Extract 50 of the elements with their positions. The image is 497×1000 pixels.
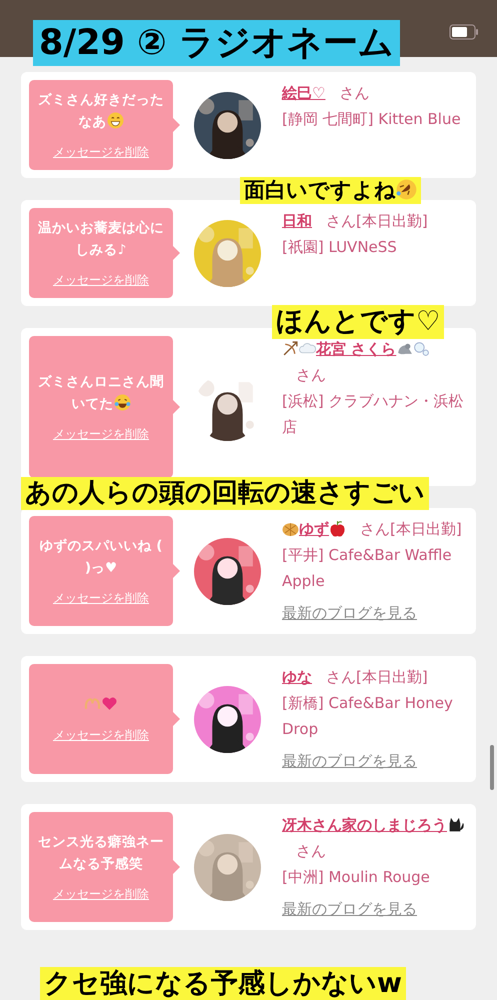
honorific-text: さん xyxy=(339,84,370,102)
name-link[interactable]: ゆな xyxy=(282,664,312,690)
heart-icon xyxy=(101,695,118,712)
message-text: ズミさんロニさん聞いてた xyxy=(37,373,165,414)
delete-message-link[interactable]: メッセージを削除 xyxy=(53,726,149,744)
caption-text: 面白いですよね xyxy=(240,177,421,204)
delete-message-link[interactable]: メッセージを削除 xyxy=(53,143,149,161)
venue-text: [平井] Cafe&Bar Waffle Apple xyxy=(282,545,453,592)
caption-text: あの人らの頭の回転の速さすごい xyxy=(21,477,429,510)
venue-text: [祇園] LUVNeSS xyxy=(282,237,398,258)
honorific-text: さん xyxy=(326,668,356,686)
name-link[interactable]: 冴木さん家のしまじろう xyxy=(282,812,464,838)
venue-text: [中洲] Moulin Rouge xyxy=(282,867,431,888)
venue-text: [浜松] クラブハナン・浜松店 xyxy=(282,391,464,438)
delete-message-link[interactable]: メッセージを削除 xyxy=(53,271,149,289)
venue-text: [新橋] Cafe&Bar Honey Drop xyxy=(282,693,454,740)
blog-link[interactable]: 最新のブログを見る xyxy=(282,750,417,772)
honorific-text: さん xyxy=(296,842,326,860)
status-text: [本日出勤] xyxy=(390,519,462,540)
message-text: センス光る癖強ネームなる予感笑 xyxy=(37,833,165,874)
laughing-face-icon xyxy=(114,394,130,411)
delete-message-link[interactable]: メッセージを削除 xyxy=(53,885,149,903)
caption-text: ほんとです♡ xyxy=(272,305,444,340)
venue-text: [静岡 七間町] Kitten Blue xyxy=(282,109,462,130)
scroll-thumb xyxy=(490,745,494,790)
blog-link[interactable]: 最新のブログを見る xyxy=(282,602,417,624)
name-link[interactable]: 日和 xyxy=(282,208,312,234)
name-link[interactable]: ゆず xyxy=(282,516,346,542)
delete-message-link[interactable]: メッセージを削除 xyxy=(53,589,149,607)
cat-icon xyxy=(447,816,464,833)
delete-message-link[interactable]: メッセージを削除 xyxy=(53,425,149,443)
message-text: ズミさん好きだったなあ xyxy=(37,91,165,132)
rolling-laugh-face-icon xyxy=(396,179,417,200)
status-text: [本日出勤] xyxy=(356,667,428,688)
waffle-icon xyxy=(282,520,299,537)
blog-link[interactable]: 最新のブログを見る xyxy=(282,898,417,920)
grin-face-icon xyxy=(106,112,124,129)
status-text: [本日出勤] xyxy=(356,211,428,232)
honorific-text: さん xyxy=(360,520,390,538)
name-link[interactable]: 絵巳♡ xyxy=(282,80,326,106)
honorific-text: さん xyxy=(326,212,356,230)
bubbles-icon xyxy=(413,340,430,357)
caption-text: クセ強になる予感しかないw xyxy=(40,967,406,1000)
bow-arrow-icon xyxy=(282,340,299,357)
apple-icon xyxy=(329,520,346,537)
message-text: ゆずのスパいいね ( )っ♥ xyxy=(38,537,164,578)
title-caption: 8/29 ② ラジオネーム xyxy=(33,20,400,66)
message-text: 温かいお蕎麦は心にしみる♪ xyxy=(37,219,165,260)
battery-icon xyxy=(449,24,479,40)
honorific-text: さん xyxy=(296,366,326,384)
